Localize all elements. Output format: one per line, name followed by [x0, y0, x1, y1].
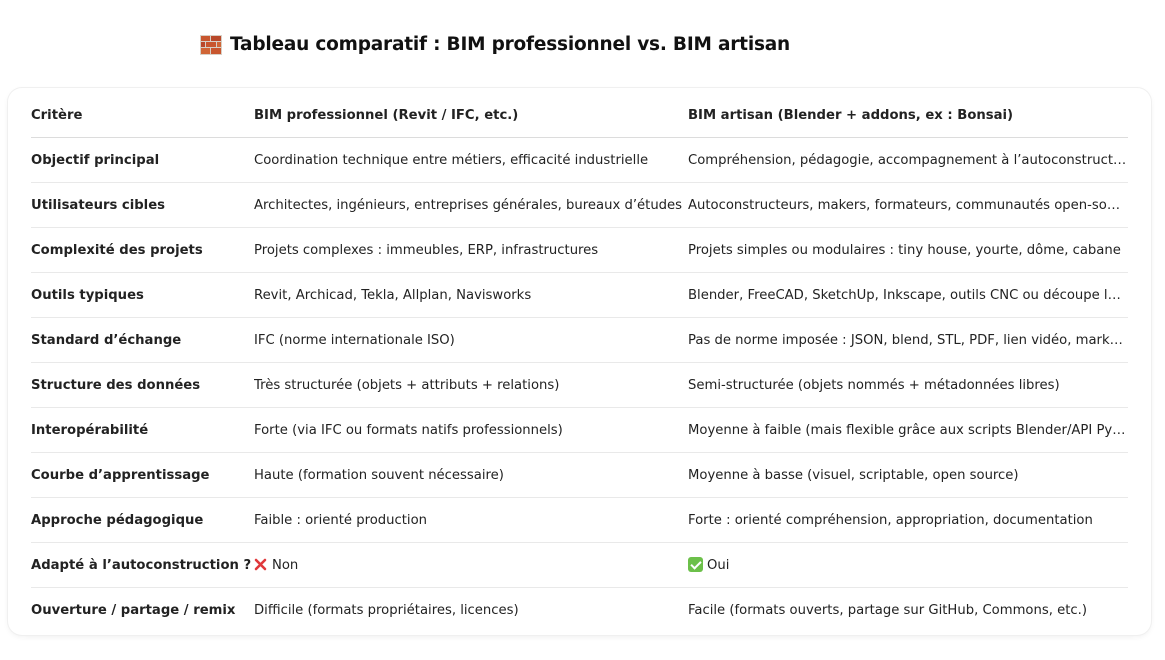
- row-artisan-value: Compréhension, pédagogie, accompagnement…: [688, 137, 1128, 183]
- row-artisan-value: Projets simples ou modulaires : tiny hou…: [688, 227, 1128, 273]
- row-pro-text: Non: [272, 557, 299, 573]
- row-pro-value: Non: [254, 542, 688, 588]
- table-row: Structure des données Très structurée (o…: [31, 362, 1128, 408]
- row-criterion: Ouverture / partage / remix: [31, 602, 236, 618]
- row-pro-value: Haute (formation souvent nécessaire): [254, 452, 688, 498]
- brick-icon: [200, 35, 222, 55]
- row-artisan-value: Semi-structurée (objets nommés + métadon…: [688, 362, 1128, 408]
- row-artisan-value: Autoconstructeurs, makers, formateurs, c…: [688, 182, 1128, 228]
- page-title: Tableau comparatif : BIM professionnel v…: [200, 34, 790, 55]
- row-pro-value: Coordination technique entre métiers, ef…: [254, 137, 688, 183]
- table-row: Adapté à l’autoconstruction ? Non Oui: [31, 542, 1128, 588]
- row-artisan-value: Blender, FreeCAD, SketchUp, Inkscape, ou…: [688, 272, 1128, 318]
- row-pro-value: IFC (norme internationale ISO): [254, 317, 688, 363]
- table-row: Standard d’échange IFC (norme internatio…: [31, 317, 1128, 363]
- row-criterion: Standard d’échange: [31, 317, 254, 363]
- row-criterion: Courbe d’apprentissage: [31, 452, 254, 498]
- cross-mark-icon: [254, 558, 267, 570]
- header-criterion: Critère: [31, 93, 254, 138]
- row-criterion: Adapté à l’autoconstruction ?: [31, 542, 254, 588]
- row-criterion: Complexité des projets: [31, 227, 254, 273]
- table-row: Outils typiques Revit, Archicad, Tekla, …: [31, 272, 1128, 318]
- row-artisan-value: Moyenne à basse (visuel, scriptable, ope…: [688, 452, 1128, 498]
- row-criterion: Structure des données: [31, 362, 254, 408]
- row-criterion: Approche pédagogique: [31, 497, 254, 543]
- table-row: Ouverture / partage / remix Difficile (f…: [31, 588, 1128, 633]
- row-artisan-value: Pas de norme imposée : JSON, blend, STL,…: [688, 317, 1128, 363]
- header-bim-pro: BIM professionnel (Revit / IFC, etc.): [254, 93, 688, 138]
- row-pro-value: Revit, Archicad, Tekla, Allplan, Naviswo…: [254, 272, 688, 318]
- row-pro-value: Difficile (formats propriétaires, licenc…: [254, 602, 519, 618]
- row-pro-value: Architectes, ingénieurs, entreprises gén…: [254, 182, 688, 228]
- table-row: Approche pédagogique Faible : orienté pr…: [31, 497, 1128, 543]
- row-artisan-value: Moyenne à faible (mais flexible grâce au…: [688, 407, 1128, 453]
- row-pro-value: Très structurée (objets + attributs + re…: [254, 362, 688, 408]
- check-mark-icon: [688, 557, 703, 572]
- row-criterion: Utilisateurs cibles: [31, 182, 254, 228]
- row-artisan-value: Forte : orienté compréhension, appropria…: [688, 497, 1128, 543]
- row-artisan-value: Oui: [688, 542, 1128, 588]
- row-pro-value: Projets complexes : immeubles, ERP, infr…: [254, 227, 688, 273]
- table-row: Courbe d’apprentissage Haute (formation …: [31, 452, 1128, 498]
- page-title-text: Tableau comparatif : BIM professionnel v…: [230, 34, 791, 55]
- table-row: Complexité des projets Projets complexes…: [31, 227, 1128, 273]
- table-header-row: Critère BIM professionnel (Revit / IFC, …: [31, 93, 1128, 138]
- table-row: Interopérabilité Forte (via IFC ou forma…: [31, 407, 1128, 453]
- row-artisan-text: Oui: [707, 558, 730, 573]
- table-row: Utilisateurs cibles Architectes, ingénie…: [31, 182, 1128, 228]
- row-pro-value: Faible : orienté production: [254, 497, 688, 543]
- header-bim-artisan: BIM artisan (Blender + addons, ex : Bons…: [688, 93, 1128, 138]
- row-pro-value: Forte (via IFC ou formats natifs profess…: [254, 407, 688, 453]
- row-criterion: Outils typiques: [31, 272, 254, 318]
- table-row: Objectif principal Coordination techniqu…: [31, 137, 1128, 183]
- row-criterion: Interopérabilité: [31, 407, 254, 453]
- row-criterion: Objectif principal: [31, 137, 254, 183]
- comparison-table: Critère BIM professionnel (Revit / IFC, …: [31, 93, 1128, 632]
- comparison-card: Critère BIM professionnel (Revit / IFC, …: [8, 88, 1151, 635]
- row-artisan-value: Facile (formats ouverts, partage sur Git…: [688, 602, 1087, 618]
